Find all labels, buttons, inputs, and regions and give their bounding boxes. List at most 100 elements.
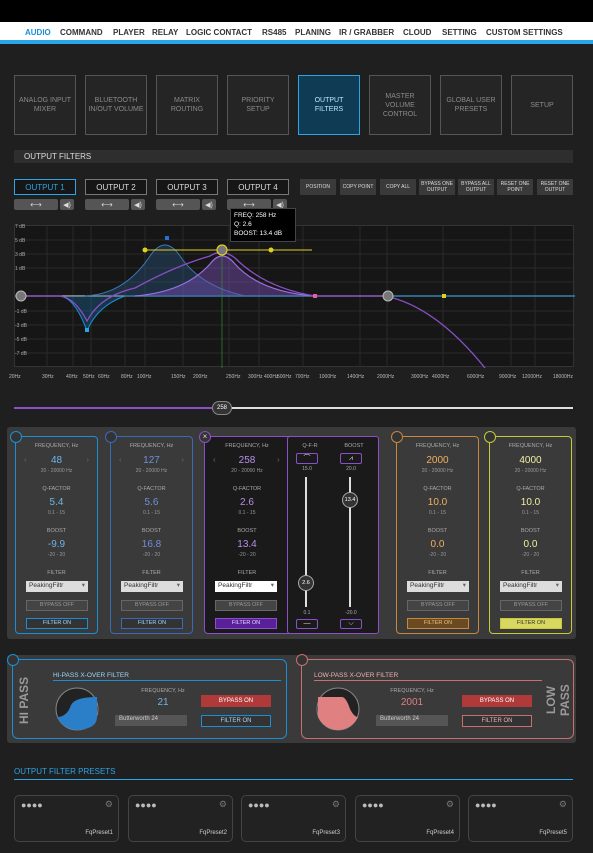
peak-shape-icon[interactable]: ⌒ [296,453,318,464]
tile-analog-input-mixer[interactable]: ANALOG INPUT MIXER [14,75,76,135]
band-q[interactable]: 5.6 [111,497,192,508]
filter-on-button[interactable]: FILTER ON [121,618,183,629]
band-boost[interactable]: 0.0 [490,539,571,550]
preset-card[interactable]: ●●●● ⚙ FqPreset3 [241,795,346,842]
boost-shape-icon[interactable]: ⩘ [340,453,362,464]
filter-on-button[interactable]: FILTER ON [215,618,277,629]
lowpass-type-select[interactable]: Butterworth 24 [376,715,448,726]
preset-card[interactable]: ●●●● ⚙ FqPreset4 [355,795,460,842]
menu-cloud[interactable]: CLOUD [403,28,431,37]
tile-global-presets[interactable]: GLOBAL USER PRESETS [440,75,502,135]
band-q[interactable]: 2.6 [205,497,289,508]
band-select-icon[interactable] [391,431,403,443]
lowpass-freq[interactable]: 2001 [372,697,452,708]
gear-icon[interactable]: ⚙ [559,799,567,810]
band-q[interactable]: 5.4 [16,497,97,508]
band-freq[interactable]: 127 [111,455,192,466]
link-icon[interactable]: ⟷ [156,199,200,210]
gear-icon[interactable]: ⚙ [332,799,340,810]
close-icon[interactable]: × [199,431,211,443]
menu-rs485[interactable]: RS485 [262,28,286,37]
tile-setup[interactable]: SETUP [511,75,573,135]
reset-output-button[interactable]: RESET ONE OUTPUT [537,179,573,195]
band-boost[interactable]: 16.8 [111,539,192,550]
preset-card[interactable]: ●●●● ⚙ FqPreset5 [468,795,573,842]
freq-slider-knob[interactable]: 258 [212,401,232,415]
band-freq[interactable]: 258 [205,455,289,466]
band-select-icon[interactable] [484,431,496,443]
band-filter-select[interactable]: PeakingFiltr [500,581,562,592]
preset-card[interactable]: ●●●● ⚙ FqPreset1 [14,795,119,842]
reset-point-button[interactable]: RESET ONE POINT [497,179,533,195]
speaker-icon[interactable]: ◀) [60,199,74,210]
menu-setting[interactable]: SETTING [442,28,477,37]
band-filter-select[interactable]: PeakingFiltr [121,581,183,592]
hipass-bypass-button[interactable]: BYPASS ON [201,695,271,707]
filter-on-button[interactable]: FILTER ON [26,618,88,629]
tab-output-4[interactable]: OUTPUT 4 [227,179,289,195]
speaker-icon[interactable]: ◀) [202,199,216,210]
band-filter-select[interactable]: PeakingFiltr [215,581,277,592]
menu-audio[interactable]: AUDIO [25,28,51,37]
tile-bluetooth[interactable]: BLUETOOTH IN/OUT VOLUME [85,75,147,135]
menu-custom-settings[interactable]: CUSTOM SETTINGS [486,28,563,37]
band-q[interactable]: 10.0 [490,497,571,508]
lowpass-select-icon[interactable] [296,654,308,666]
menu-ir-grabber[interactable]: IR / GRABBER [339,28,394,37]
flat-shape-icon[interactable]: — [296,619,318,629]
eq-graph-svg[interactable] [15,226,575,368]
bypass-button[interactable]: BYPASS OFF [121,600,183,611]
hipass-freq[interactable]: 21 [123,697,203,708]
cut-shape-icon[interactable]: ⌵ [340,619,362,629]
band-select-icon[interactable] [105,431,117,443]
menu-logic-contact[interactable]: LOGIC CONTACT [186,28,252,37]
position-button[interactable]: POSITION [300,179,336,195]
filter-on-button[interactable]: FILTER ON [500,618,562,629]
band-freq[interactable]: 4000 [490,455,571,466]
band-q[interactable]: 10.0 [397,497,478,508]
boost-slider-knob[interactable]: 13.4 [342,492,358,508]
bypass-one-button[interactable]: BYPASS ONE OUTPUT [419,179,455,195]
eq-graph[interactable]: 7 dB 5 dB 3 dB 1 dB -1 dB -3 dB -5 dB -7… [14,224,575,368]
band-filter-select[interactable]: PeakingFiltr [407,581,469,592]
hipass-select-icon[interactable] [7,654,19,666]
bypass-button[interactable]: BYPASS OFF [407,600,469,611]
menu-command[interactable]: COMMAND [60,28,103,37]
copy-point-button[interactable]: COPY POINT [340,179,376,195]
q-slider-knob[interactable]: 2.6 [298,575,314,591]
band-boost[interactable]: -9.9 [16,539,97,550]
lowpass-bypass-button[interactable]: BYPASS ON [462,695,532,707]
menu-relay[interactable]: RELAY [152,28,178,37]
hipass-filter-button[interactable]: FILTER ON [201,715,271,727]
band-freq[interactable]: 48 [16,455,97,466]
tile-matrix-routing[interactable]: MATRIX ROUTING [156,75,218,135]
bypass-button[interactable]: BYPASS OFF [215,600,277,611]
menu-player[interactable]: PLAYER [113,28,145,37]
tab-output-2[interactable]: OUTPUT 2 [85,179,147,195]
tile-master-volume[interactable]: MASTER VOLUME CONTROL [369,75,431,135]
hipass-type-select[interactable]: Butterworth 24 [115,715,187,726]
bypass-button[interactable]: BYPASS OFF [500,600,562,611]
band-select-icon[interactable] [10,431,22,443]
bypass-button[interactable]: BYPASS OFF [26,600,88,611]
band-boost[interactable]: 13.4 [205,539,289,550]
band-freq[interactable]: 2000 [397,455,478,466]
tab-output-1[interactable]: OUTPUT 1 [14,179,76,195]
link-icon[interactable]: ⟷ [85,199,129,210]
tile-output-filters[interactable]: OUTPUT FILTERS [298,75,360,135]
gear-icon[interactable]: ⚙ [219,799,227,810]
bypass-all-button[interactable]: BYPASS ALL OUTPUT [458,179,494,195]
band-boost[interactable]: 0.0 [397,539,478,550]
tile-priority-setup[interactable]: PRIORITY SETUP [227,75,289,135]
copy-all-button[interactable]: COPY ALL [380,179,416,195]
band-filter-select[interactable]: PeakingFiltr [26,581,88,592]
gear-icon[interactable]: ⚙ [105,799,113,810]
speaker-icon[interactable]: ◀) [131,199,145,210]
link-icon[interactable]: ⟷ [14,199,58,210]
menu-planing[interactable]: PLANING [295,28,331,37]
tab-output-3[interactable]: OUTPUT 3 [156,179,218,195]
lowpass-filter-button[interactable]: FILTER ON [462,715,532,727]
filter-on-button[interactable]: FILTER ON [407,618,469,629]
gear-icon[interactable]: ⚙ [446,799,454,810]
preset-card[interactable]: ●●●● ⚙ FqPreset2 [128,795,233,842]
